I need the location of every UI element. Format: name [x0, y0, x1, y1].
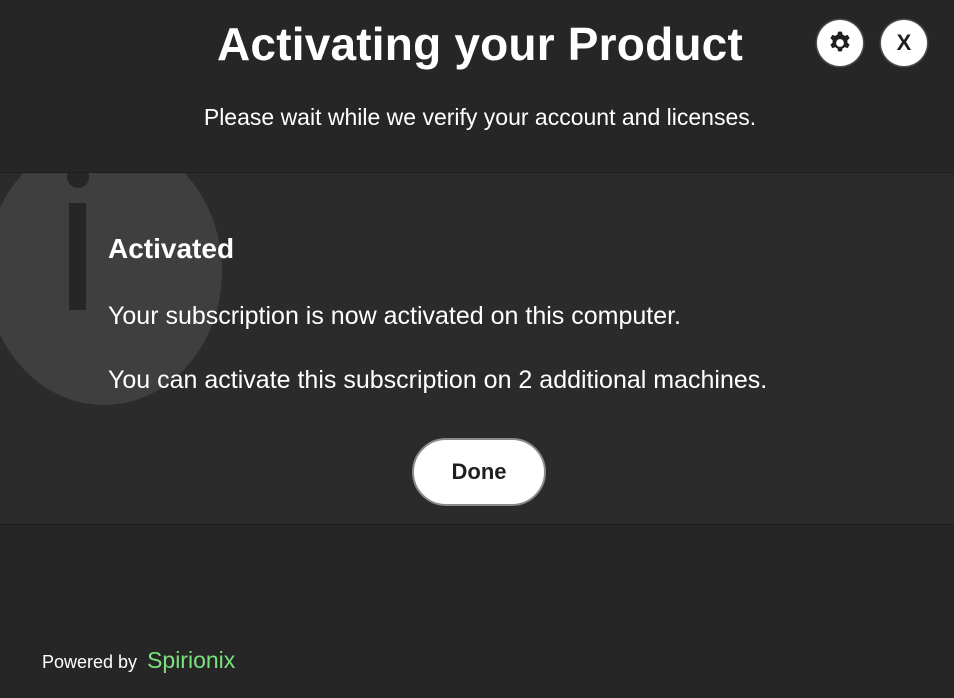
- page-subtitle: Please wait while we verify your account…: [203, 104, 757, 130]
- footer: Powered by Spirionix: [42, 645, 235, 677]
- gear-icon: [830, 31, 850, 52]
- status-message: Your subscription is now activated on th…: [108, 302, 681, 330]
- brand-name: Spirionix: [147, 647, 236, 673]
- done-button[interactable]: Done: [412, 438, 546, 506]
- powered-by-label: Powered by: [42, 652, 138, 672]
- close-icon: X: [896, 30, 912, 55]
- settings-button[interactable]: [817, 20, 863, 66]
- activation-status-panel: Activated Your subscription is now activ…: [0, 173, 954, 524]
- status-heading: Activated: [108, 233, 235, 264]
- page-title: Activating your Product: [217, 18, 743, 70]
- info-icon-stem: [69, 203, 86, 310]
- close-button[interactable]: X: [881, 20, 927, 66]
- activation-window: Activating your Product Please wait whil…: [0, 0, 954, 698]
- remaining-activations-message: You can activate this subscription on 2 …: [108, 366, 768, 394]
- info-icon-dot: [67, 173, 89, 188]
